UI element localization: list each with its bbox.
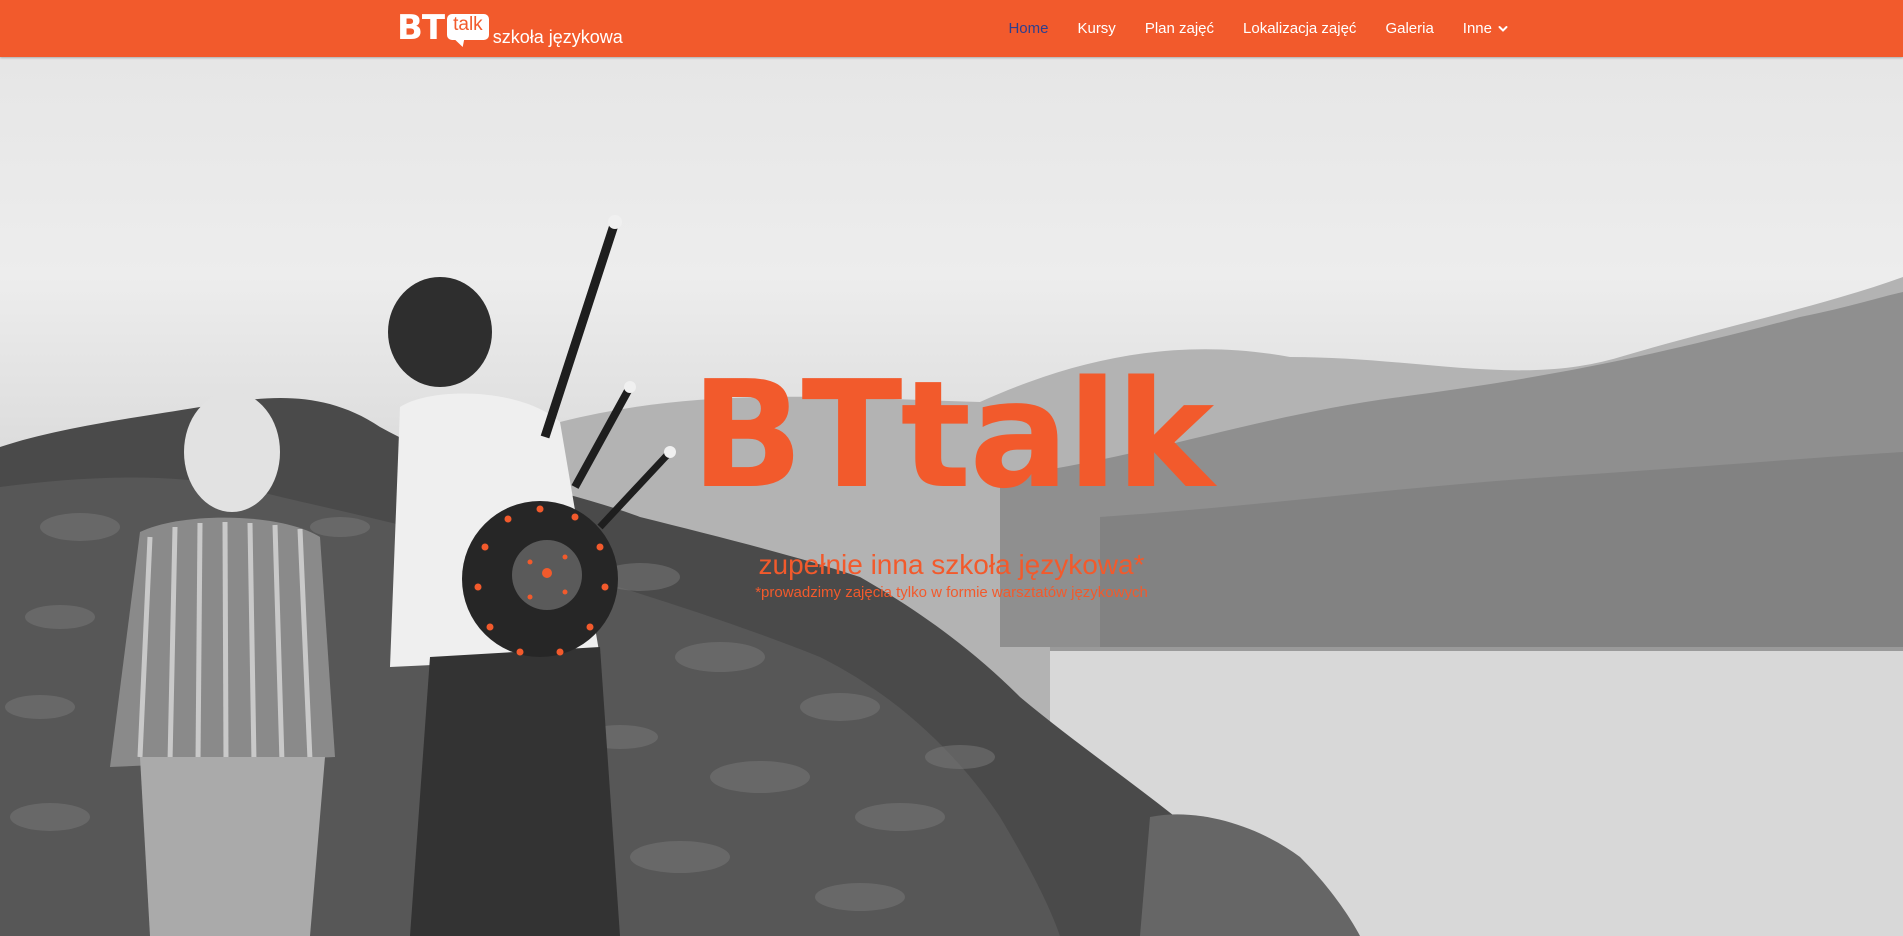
- nav-item-home[interactable]: Home: [1008, 20, 1048, 37]
- chevron-down-icon: [1498, 25, 1508, 32]
- brand-logo[interactable]: BT talk szkoła językowa: [397, 8, 623, 50]
- hero-section: BTtalk zupełnie inna szkoła językowa* *p…: [0, 57, 1903, 936]
- top-navbar: BT talk szkoła językowa Home Kursy Plan …: [0, 0, 1903, 57]
- nav-item-inne[interactable]: Inne: [1463, 20, 1508, 37]
- nav-item-inne-label: Inne: [1462, 20, 1492, 37]
- nav-item-kursy[interactable]: Kursy: [1077, 20, 1115, 37]
- hero-title: BTtalk: [690, 349, 1215, 521]
- brand-logo-talk-bubble: talk: [447, 14, 489, 40]
- brand-tagline: szkoła językowa: [492, 27, 623, 47]
- nav-item-galeria[interactable]: Galeria: [1385, 20, 1433, 37]
- nav-item-lokalizacja-zajec[interactable]: Lokalizacja zajęć: [1243, 20, 1356, 37]
- brand-logo-bt: BT: [397, 8, 445, 48]
- main-menu: Home Kursy Plan zajęć Lokalizacja zajęć …: [979, 0, 1508, 57]
- hero-footnote: *prowadzimy zajęcia tylko w formie warsz…: [755, 584, 1148, 601]
- hero-subtitle: zupełnie inna szkoła językowa*: [758, 549, 1145, 580]
- nav-item-plan-zajec[interactable]: Plan zajęć: [1145, 20, 1214, 37]
